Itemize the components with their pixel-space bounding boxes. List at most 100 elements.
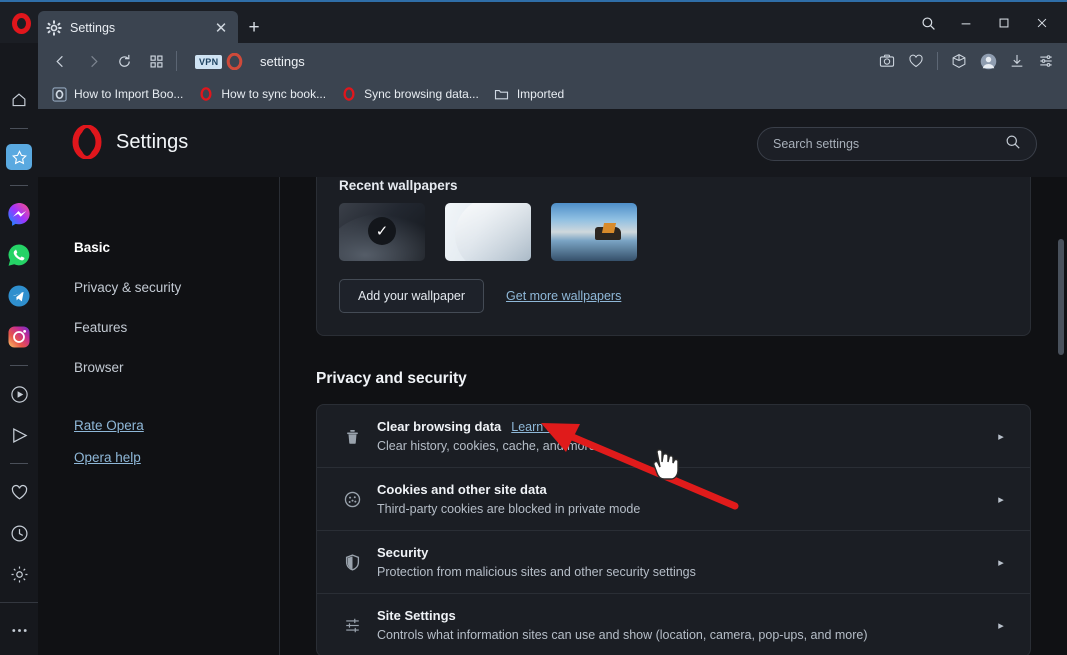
sidebar-item-messenger[interactable] <box>6 201 32 227</box>
sidebar-item-pinboards[interactable] <box>6 479 32 505</box>
sidebar-item-history[interactable] <box>6 520 32 546</box>
address-bar-text[interactable]: settings <box>260 54 305 69</box>
cube-icon[interactable] <box>946 50 972 72</box>
opera-menu-button[interactable] <box>8 10 34 36</box>
bookmark-label: Sync browsing data... <box>364 87 479 101</box>
chevron-right-icon[interactable]: ▸ <box>990 493 1012 506</box>
sidebar-item-favorites[interactable] <box>6 144 32 170</box>
wallpaper-dark-abstract[interactable]: ✓ <box>339 203 425 261</box>
opera-help-link[interactable]: Opera help <box>74 450 141 465</box>
tab-title-label: Settings <box>70 21 116 35</box>
chevron-right-icon[interactable]: ▸ <box>990 556 1012 569</box>
wallpaper-thumbnails: ✓ <box>339 203 1008 261</box>
search-settings-box[interactable] <box>757 127 1037 161</box>
setting-row-body: Security Protection from malicious sites… <box>367 545 990 579</box>
setting-row-cookies[interactable]: Cookies and other site data Third-party … <box>317 468 1030 531</box>
setting-row-site-settings[interactable]: Site Settings Controls what information … <box>317 594 1030 655</box>
setting-row-title-wrap: Site Settings <box>377 608 990 623</box>
toolbar-right-icons <box>874 50 1059 72</box>
bookmark-item[interactable]: How to Import Boo... <box>51 86 183 102</box>
bookmark-label: How to Import Boo... <box>74 87 184 101</box>
setting-row-body: Clear browsing data Learn more Clear his… <box>367 419 990 453</box>
sliders-icon <box>337 616 367 635</box>
search-icon[interactable] <box>909 9 947 37</box>
rate-opera-link-row[interactable]: Rate Opera <box>38 409 279 441</box>
tab-gallery-icon[interactable] <box>146 51 166 71</box>
opera-page-icon <box>51 86 67 102</box>
new-tab-button[interactable]: + <box>242 16 266 40</box>
opera-logo-icon <box>70 124 104 160</box>
sidebar-item-player[interactable] <box>6 381 32 407</box>
back-button[interactable] <box>50 51 70 71</box>
setting-subtitle: Clear history, cookies, cache, and more <box>377 439 596 453</box>
opera-help-link-row[interactable]: Opera help <box>38 441 279 473</box>
download-icon[interactable] <box>1004 50 1030 72</box>
setting-row-clear-browsing-data[interactable]: Clear browsing data Learn more Clear his… <box>317 405 1030 468</box>
navigation-toolbar: VPN settings <box>38 43 1067 79</box>
browser-tab-settings[interactable]: Settings ✕ <box>38 11 238 45</box>
sidebar-divider <box>10 463 28 464</box>
settings-nav-item-features[interactable]: Features <box>38 307 279 347</box>
search-icon[interactable] <box>1005 134 1021 155</box>
toolbar-divider <box>176 51 177 71</box>
sidebar-item-send[interactable] <box>6 422 32 448</box>
nav-label: Privacy & security <box>74 279 182 295</box>
opera-icon <box>226 52 243 71</box>
sidebar-item-more[interactable] <box>6 617 32 643</box>
rate-opera-link[interactable]: Rate Opera <box>74 418 144 433</box>
setting-row-title-wrap: Cookies and other site data <box>377 482 990 497</box>
settings-content: Basic Privacy & security Features Browse… <box>38 177 1067 655</box>
settings-nav-item-browser[interactable]: Browser <box>38 347 279 387</box>
reload-button[interactable] <box>114 51 134 71</box>
snapshot-icon[interactable] <box>874 50 900 72</box>
maximize-button[interactable] <box>985 9 1023 37</box>
avatar-icon[interactable] <box>975 50 1001 72</box>
get-more-wallpapers-link[interactable]: Get more wallpapers <box>506 289 621 303</box>
recent-wallpapers-card: Recent wallpapers ✓ Add your wallpaper G… <box>316 177 1031 336</box>
setting-row-security[interactable]: Security Protection from malicious sites… <box>317 531 1030 594</box>
close-icon[interactable]: ✕ <box>212 19 230 37</box>
sidebar-divider <box>10 185 28 186</box>
wallpaper-light-abstract[interactable] <box>445 203 531 261</box>
bookmark-item[interactable]: Sync browsing data... <box>341 86 479 102</box>
sidebar-bottom-divider <box>0 602 38 603</box>
setting-title: Site Settings <box>377 608 456 623</box>
sidebar-item-settings[interactable] <box>6 561 32 587</box>
sidebar-item-home[interactable] <box>6 87 32 113</box>
scrollbar-thumb[interactable] <box>1058 239 1064 355</box>
wallpaper-actions: Add your wallpaper Get more wallpapers <box>339 279 1008 313</box>
easy-setup-icon[interactable] <box>1033 50 1059 72</box>
settings-main-inner: Recent wallpapers ✓ Add your wallpaper G… <box>280 177 1067 655</box>
nav-label: Features <box>74 319 128 335</box>
heart-icon[interactable] <box>903 50 929 72</box>
sidebar-item-instagram[interactable] <box>6 324 32 350</box>
setting-row-body: Site Settings Controls what information … <box>367 608 990 642</box>
vpn-badge[interactable]: VPN <box>195 55 223 69</box>
bookmark-label: How to sync book... <box>221 87 327 101</box>
forward-button[interactable] <box>83 51 103 71</box>
chevron-right-icon[interactable]: ▸ <box>990 619 1012 632</box>
settings-nav-item-basic[interactable]: Basic <box>38 227 279 267</box>
recent-wallpapers-title: Recent wallpapers <box>339 178 458 193</box>
settings-nav: Basic Privacy & security Features Browse… <box>38 177 280 655</box>
search-input[interactable] <box>773 137 1005 151</box>
sidebar-item-telegram[interactable] <box>6 283 32 309</box>
privacy-settings-list: Clear browsing data Learn more Clear his… <box>316 404 1031 655</box>
chevron-right-icon[interactable]: ▸ <box>990 430 1012 443</box>
bookmark-label: Imported <box>516 87 565 101</box>
minimize-button[interactable] <box>947 9 985 37</box>
bookmark-folder-item[interactable]: Imported <box>494 86 564 102</box>
bookmark-item[interactable]: How to sync book... <box>198 86 326 102</box>
wallpaper-mountain-lake[interactable] <box>551 203 637 261</box>
scrollbar-track[interactable] <box>1055 177 1067 655</box>
page-title: Settings <box>116 131 189 153</box>
window-controls <box>909 9 1061 37</box>
add-wallpaper-button[interactable]: Add your wallpaper <box>339 279 485 313</box>
nav-gap <box>38 387 279 409</box>
settings-nav-item-privacy[interactable]: Privacy & security <box>38 267 279 307</box>
sidebar-item-whatsapp[interactable] <box>6 242 32 268</box>
title-bar: Settings ✕ + <box>0 2 1067 45</box>
learn-more-link[interactable]: Learn more <box>511 420 575 434</box>
trash-icon <box>337 427 367 446</box>
close-window-button[interactable] <box>1023 9 1061 37</box>
